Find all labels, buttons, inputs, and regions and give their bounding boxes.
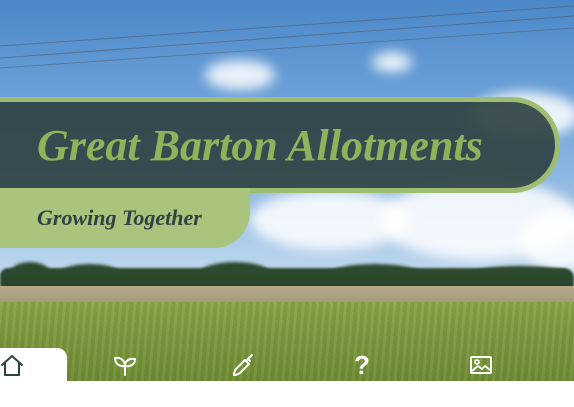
- nav-item-home[interactable]: [0, 348, 67, 381]
- help-icon: ?: [354, 349, 370, 380]
- nav-item-growing[interactable]: [95, 348, 155, 381]
- cloud: [372, 52, 412, 72]
- cloud: [205, 60, 275, 90]
- gallery-icon: [469, 353, 493, 377]
- seedling-icon: [113, 353, 137, 377]
- nav-item-gallery[interactable]: [451, 348, 511, 381]
- nav-item-plots[interactable]: [214, 348, 274, 381]
- power-lines: [0, 5, 574, 69]
- nav-item-help[interactable]: ?: [332, 348, 392, 381]
- trowel-icon: [232, 353, 256, 377]
- main-nav: ?: [0, 348, 574, 381]
- site-tagline: Growing Together: [37, 205, 202, 230]
- site-title[interactable]: Great Barton Allotments: [37, 118, 483, 174]
- home-icon: [0, 353, 24, 377]
- page: Great Barton Allotments Growing Together: [0, 0, 574, 407]
